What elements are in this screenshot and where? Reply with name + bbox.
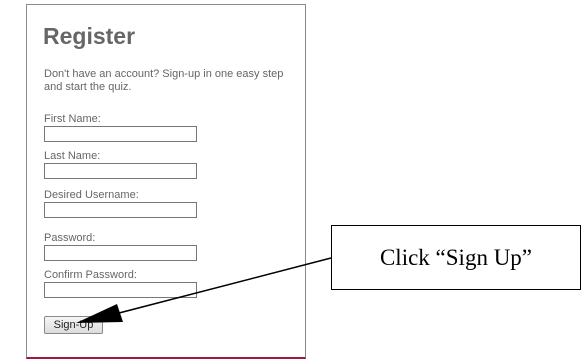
annotation-callout: Click “Sign Up”	[331, 225, 581, 290]
annotation-callout-text: Click “Sign Up”	[379, 244, 533, 270]
annotation-arrow-icon	[76, 257, 332, 323]
